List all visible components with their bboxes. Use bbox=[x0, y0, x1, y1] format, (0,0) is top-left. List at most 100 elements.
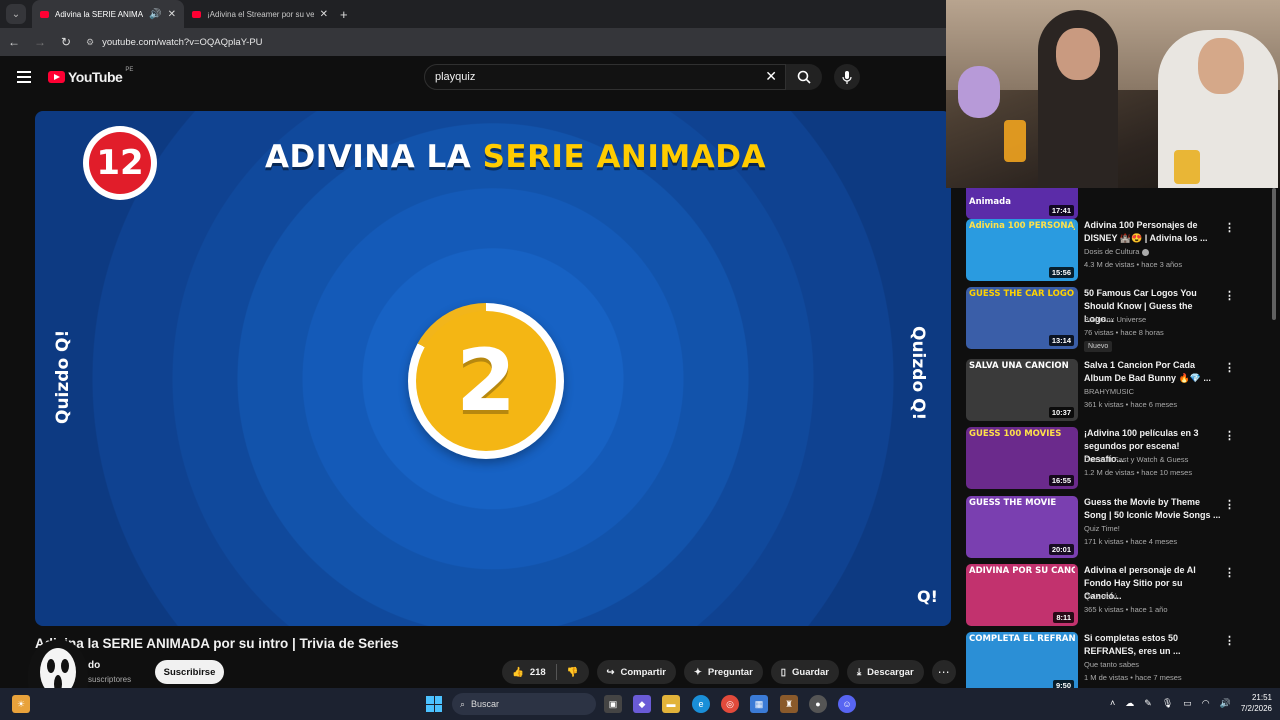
network-icon[interactable]: ☁ bbox=[1125, 698, 1134, 709]
video-thumbnail[interactable]: SALVA UNA CANCION 10:37 bbox=[966, 359, 1078, 421]
recommendation-channel[interactable]: Que tanto sabes bbox=[1084, 660, 1139, 669]
taskbar-search[interactable]: ⌕ Buscar bbox=[452, 693, 596, 715]
start-button[interactable] bbox=[425, 695, 443, 713]
recommendation-card[interactable]: SALVA UNA CANCION 10:37 Salva 1 Cancion Po… bbox=[966, 359, 1266, 425]
menu-icon[interactable] bbox=[17, 71, 31, 83]
recommendation-channel[interactable]: BrainBox Universe bbox=[1084, 315, 1146, 324]
obs-icon[interactable]: ● bbox=[809, 695, 827, 713]
chevron-up-icon[interactable]: ˄ bbox=[1110, 698, 1115, 708]
monitor-icon[interactable]: ▭ bbox=[1183, 698, 1192, 709]
reload-icon[interactable]: ↻ bbox=[60, 35, 72, 49]
video-player[interactable]: 12 ADIVINA LA SERIE ANIMADA Quizdo Q! Qu… bbox=[35, 111, 951, 626]
search-query: playquiz bbox=[435, 71, 476, 83]
share-button[interactable]: ↪ Compartir bbox=[596, 660, 676, 684]
more-options-button[interactable]: ⋯ bbox=[931, 660, 956, 684]
voice-search-button[interactable] bbox=[834, 64, 860, 90]
more-vert-icon[interactable]: ⋮ bbox=[1224, 498, 1235, 511]
more-vert-icon[interactable]: ⋮ bbox=[1224, 289, 1235, 302]
recommendation-channel[interactable]: Guess It Fast y Watch & Guess bbox=[1084, 455, 1188, 464]
recommendation-card[interactable]: COMPLETA EL REFRÁN 9:50 Si completas estos… bbox=[966, 632, 1266, 688]
download-button[interactable]: ⤓ Descargar bbox=[846, 660, 924, 684]
video-thumbnail[interactable]: GUESS THE CAR LOGO 13:14 bbox=[966, 287, 1078, 349]
close-tab-icon[interactable]: ✕ bbox=[168, 9, 176, 20]
recommendation-card[interactable]: GUESS THE CAR LOGO 13:14 50 Famous Car Log… bbox=[966, 287, 1266, 353]
video-duration: 13:14 bbox=[1048, 335, 1074, 346]
search-button[interactable] bbox=[786, 64, 822, 90]
tab-inactive[interactable]: ¡Adivina el Streamer por su ven ✕ bbox=[184, 0, 336, 28]
volume-icon[interactable]: 🔊 bbox=[1220, 698, 1231, 709]
like-button[interactable]: 👍 218 bbox=[502, 660, 556, 684]
drink-cup bbox=[1004, 120, 1026, 162]
more-vert-icon[interactable]: ⋮ bbox=[1224, 361, 1235, 374]
recommendation-card[interactable]: ADIVINA POR SU CANCION8:11Adivina el per… bbox=[966, 564, 1266, 630]
close-tab-icon[interactable]: ✕ bbox=[320, 9, 328, 20]
ask-button[interactable]: ✦ Preguntar bbox=[683, 660, 763, 684]
recommendation-title[interactable]: Si completas estos 50 REFRANES, eres un … bbox=[1084, 632, 1222, 658]
video-thumbnail[interactable]: GUESS THE MOVIE 20:01 bbox=[966, 496, 1078, 558]
task-view-icon[interactable]: ▣ bbox=[604, 695, 622, 713]
thumbnail-text: GUESS 100 MOVIES bbox=[969, 429, 1062, 439]
clock-date: 7/2/2026 bbox=[1240, 704, 1272, 713]
recommendation-channel[interactable]: Dosis de Cultura bbox=[1084, 247, 1150, 256]
search-icon bbox=[797, 70, 811, 84]
recommendation-channel[interactable]: Quiz Time! bbox=[1084, 524, 1120, 533]
forward-arrow-icon[interactable]: → bbox=[34, 35, 46, 49]
save-button[interactable]: ▯ Guardar bbox=[770, 660, 839, 684]
channel-label: Quiz Perú bbox=[1084, 592, 1118, 601]
share-icon: ↪ bbox=[606, 666, 615, 678]
clock[interactable]: 21:51 7/2/2026 bbox=[1241, 692, 1272, 714]
channel-label: BrainBox Universe bbox=[1084, 315, 1147, 324]
microphone-icon[interactable]: 🎙 bbox=[1162, 698, 1173, 709]
video-thumbnail[interactable]: Adivina 100 PERSONAJES 15:56 bbox=[966, 219, 1078, 281]
recommendation-title[interactable]: Guess the Movie by Theme Song | 50 Iconi… bbox=[1084, 496, 1222, 522]
quizdo-brand-right: Quizdo Q! bbox=[908, 326, 928, 421]
copilot-icon[interactable]: ◆ bbox=[633, 695, 651, 713]
round-number: 12 bbox=[89, 132, 151, 194]
recommendation-title[interactable]: Adivina 100 Personajes de DISNEY 🏰😍 | Ad… bbox=[1084, 219, 1222, 245]
streamer-left bbox=[1038, 10, 1118, 188]
recommendation-card[interactable]: Animada17:41397 k vistas • hace 1 año bbox=[966, 188, 1266, 223]
search-input[interactable]: playquiz ✕ bbox=[424, 64, 786, 90]
channel-label: Que tanto sabes bbox=[1084, 660, 1140, 669]
video-thumbnail[interactable]: ADIVINA POR SU CANCION 8:11 bbox=[966, 564, 1078, 626]
clear-search-icon[interactable]: ✕ bbox=[765, 68, 777, 85]
tab-active[interactable]: Adivina la SERIE ANIMADA 🔊 ✕ bbox=[32, 0, 184, 28]
dislike-button[interactable]: 👎 bbox=[557, 660, 589, 684]
store-icon[interactable]: ▦ bbox=[750, 695, 768, 713]
recommendation-card[interactable]: GUESS 100 MOVIES 16:55 ¡Adivina 100 pelícu… bbox=[966, 427, 1266, 493]
channel-label: BRAHYMUSIC bbox=[1084, 387, 1135, 396]
sparkle-icon: ✦ bbox=[693, 666, 702, 678]
site-info-icon[interactable]: ⚙ bbox=[86, 37, 94, 48]
video-thumbnail[interactable]: COMPLETA EL REFRÁN 9:50 bbox=[966, 632, 1078, 688]
game-icon[interactable]: ♜ bbox=[780, 695, 798, 713]
speaker-icon[interactable]: 🔊 bbox=[149, 9, 161, 20]
recommendation-channel[interactable]: BRAHYMUSIC bbox=[1084, 387, 1134, 396]
pen-icon[interactable]: ✎ bbox=[1144, 698, 1152, 709]
wifi-icon[interactable]: ◠ bbox=[1202, 698, 1210, 709]
chrome-icon[interactable]: ◎ bbox=[721, 695, 739, 713]
tab-search-icon[interactable]: ⌄ bbox=[6, 4, 26, 24]
video-thumbnail[interactable]: Animada 17:41 bbox=[966, 188, 1078, 219]
recommendation-channel[interactable]: Quiz Perú bbox=[1084, 592, 1117, 601]
subscribe-button[interactable]: Suscribirse bbox=[155, 660, 224, 684]
more-vert-icon[interactable]: ⋮ bbox=[1224, 429, 1235, 442]
sidebar-scrollbar[interactable] bbox=[1272, 188, 1276, 320]
edge-icon[interactable]: e bbox=[692, 695, 710, 713]
more-vert-icon[interactable]: ⋮ bbox=[1224, 566, 1235, 579]
recommendation-title[interactable]: Salva 1 Cancion Por Cada Album De Bad Bu… bbox=[1084, 359, 1222, 385]
back-arrow-icon[interactable]: ← bbox=[8, 35, 20, 49]
youtube-logo[interactable]: YouTube PE bbox=[48, 67, 133, 85]
url-field[interactable]: youtube.com/watch?v=OQAQplaY-PU bbox=[102, 37, 262, 48]
file-explorer-icon[interactable]: ▬ bbox=[662, 695, 680, 713]
recommendation-card[interactable]: GUESS THE MOVIE 20:01 Guess the Movie by T… bbox=[966, 496, 1266, 562]
new-tab-button[interactable]: + bbox=[340, 7, 348, 22]
more-vert-icon[interactable]: ⋮ bbox=[1224, 221, 1235, 234]
recommendation-card[interactable]: Adivina 100 PERSONAJES15:56Adivina 100 P… bbox=[966, 219, 1266, 285]
countdown-number: 2 bbox=[416, 311, 556, 451]
weather-widget-icon[interactable]: ☀ bbox=[12, 695, 30, 713]
discord-icon[interactable]: ☺ bbox=[838, 695, 856, 713]
more-vert-icon[interactable]: ⋮ bbox=[1224, 634, 1235, 647]
video-thumbnail[interactable]: GUESS 100 MOVIES 16:55 bbox=[966, 427, 1078, 489]
browser-tab-bar: ⌄ Adivina la SERIE ANIMADA 🔊 ✕ ¡Adivina … bbox=[0, 0, 946, 28]
like-count: 218 bbox=[529, 666, 546, 678]
